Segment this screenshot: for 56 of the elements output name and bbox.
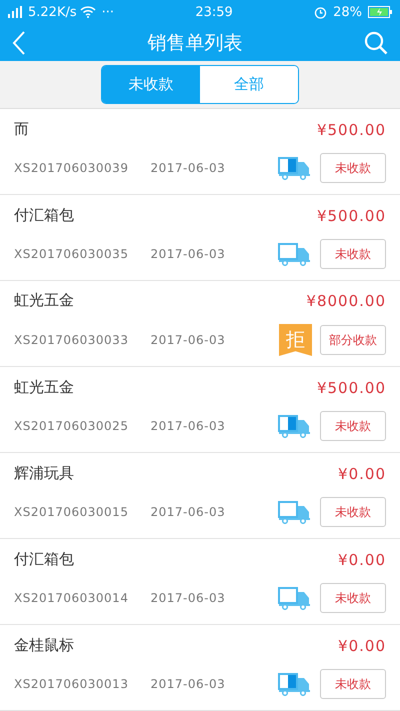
order-number: XS201706030015 xyxy=(14,505,128,519)
order-number: XS201706030035 xyxy=(14,247,128,261)
clock-time: 23:59 xyxy=(195,4,233,20)
signal-icon xyxy=(8,6,24,18)
customer-name: 金桂鼠标 xyxy=(14,636,75,655)
rejected-tag: 拒 xyxy=(279,324,312,356)
order-date: 2017-06-03 xyxy=(150,419,226,433)
order-number: XS201706030014 xyxy=(14,591,128,605)
order-date: 2017-06-03 xyxy=(150,161,226,175)
order-amount: ¥500.00 xyxy=(316,120,386,138)
order-amount: ¥500.00 xyxy=(316,378,386,396)
order-date: 2017-06-03 xyxy=(150,333,226,347)
order-row[interactable]: 虹光五金 ¥500.00 XS201706030025 2017-06-03 未收款 xyxy=(0,367,400,453)
order-row[interactable]: 虹光五金 ¥8000.00 XS201706030033 2017-06-03 拒 部分收款 xyxy=(0,281,400,367)
payment-status-button[interactable]: 部分收款 xyxy=(320,325,386,355)
order-amount: ¥0.00 xyxy=(338,550,386,568)
order-row[interactable]: 付汇箱包 ¥0.00 XS201706030014 2017-06-03 未收款 xyxy=(0,539,400,625)
order-amount: ¥0.00 xyxy=(338,636,386,654)
alarm-icon xyxy=(314,6,328,19)
payment-status-button[interactable]: 未收款 xyxy=(320,153,386,183)
order-row[interactable]: 金桂鼠标 ¥0.00 XS201706030013 2017-06-03 未收款 xyxy=(0,625,400,711)
order-number: XS201706030039 xyxy=(14,161,128,175)
customer-name: 付汇箱包 xyxy=(14,550,75,569)
customer-name: 虹光五金 xyxy=(14,291,75,310)
order-amount: ¥0.00 xyxy=(338,464,386,482)
payment-status-button[interactable]: 未收款 xyxy=(320,669,386,699)
order-row[interactable]: 而 ¥500.00 XS201706030039 2017-06-03 未收款 xyxy=(0,109,400,195)
back-icon[interactable] xyxy=(12,30,26,55)
battery-icon xyxy=(368,6,392,18)
more-dots: ··· xyxy=(102,4,114,20)
order-date: 2017-06-03 xyxy=(150,677,226,691)
order-number: XS201706030013 xyxy=(14,677,128,691)
search-icon[interactable] xyxy=(364,30,388,55)
order-number: XS201706030033 xyxy=(14,333,128,347)
customer-name: 而 xyxy=(14,120,30,139)
customer-name: 虹光五金 xyxy=(14,378,75,397)
payment-status-button[interactable]: 未收款 xyxy=(320,239,386,269)
order-row[interactable]: 辉浦玩具 ¥0.00 XS201706030015 2017-06-03 未收款 xyxy=(0,453,400,539)
network-speed: 5.22K/s xyxy=(28,4,77,20)
order-date: 2017-06-03 xyxy=(150,505,226,519)
payment-status-button[interactable]: 未收款 xyxy=(320,411,386,441)
filter-tab[interactable]: 未收款 xyxy=(102,66,200,103)
battery-percent: 28% xyxy=(333,4,362,20)
order-row[interactable]: 付汇箱包 ¥500.00 XS201706030035 2017-06-03 未收款 xyxy=(0,195,400,281)
order-amount: ¥8000.00 xyxy=(306,292,386,310)
payment-status-button[interactable]: 未收款 xyxy=(320,497,386,527)
order-date: 2017-06-03 xyxy=(150,247,226,261)
filter-tab[interactable]: 全部 xyxy=(200,66,298,103)
customer-name: 辉浦玩具 xyxy=(14,464,75,483)
order-number: XS201706030025 xyxy=(14,419,128,433)
page-title: 销售单列表 xyxy=(146,30,244,56)
payment-status-button[interactable]: 未收款 xyxy=(320,583,386,613)
wifi-icon xyxy=(80,6,96,18)
order-date: 2017-06-03 xyxy=(150,591,226,605)
customer-name: 付汇箱包 xyxy=(14,206,75,225)
order-amount: ¥500.00 xyxy=(316,206,386,224)
